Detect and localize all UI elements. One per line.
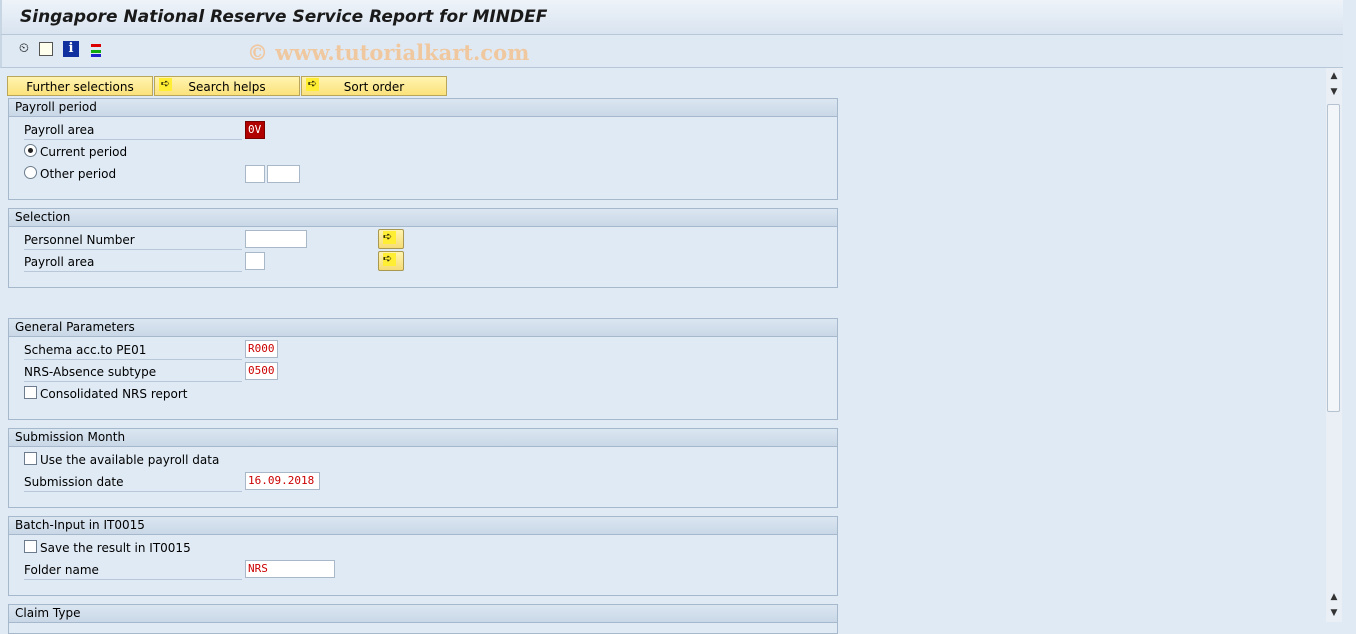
- arrow-right-icon: ➪: [159, 77, 172, 91]
- checkbox[interactable]: [24, 452, 37, 465]
- get-variant-icon[interactable]: [39, 42, 53, 56]
- group-payroll-period: Payroll period: [8, 98, 838, 200]
- checkbox[interactable]: [24, 386, 37, 399]
- group-header: Claim Type: [9, 605, 837, 623]
- consolidated-checkbox[interactable]: Consolidated NRS report: [24, 385, 187, 403]
- tab-further-selections[interactable]: Further selections: [7, 76, 153, 96]
- current-period-radio[interactable]: Current period: [24, 143, 127, 161]
- folder-name-label: Folder name: [24, 561, 242, 580]
- application-toolbar: [0, 35, 1343, 68]
- personnel-number-label: Personnel Number: [24, 231, 242, 250]
- save-result-checkbox[interactable]: Save the result in IT0015: [24, 539, 191, 557]
- execute-icon[interactable]: ⏲: [16, 41, 32, 57]
- tab-label: Search helps: [188, 80, 266, 94]
- watermark: © www.tutorialkart.com: [247, 40, 530, 65]
- radio-label: Other period: [40, 167, 117, 181]
- scrollbar-thumb[interactable]: [1327, 104, 1340, 412]
- submission-date-input[interactable]: 16.09.2018: [245, 472, 320, 490]
- tab-label: Further selections: [26, 80, 134, 94]
- schema-input[interactable]: R000: [245, 340, 278, 358]
- schema-label: Schema acc.to PE01: [24, 341, 242, 360]
- payroll-area-label: Payroll area: [24, 253, 242, 272]
- other-period-radio[interactable]: Other period: [24, 165, 116, 183]
- scroll-down-icon[interactable]: ▼: [1326, 606, 1342, 620]
- folder-name-input[interactable]: NRS: [245, 560, 335, 578]
- other-period-year-input[interactable]: [267, 165, 300, 183]
- payroll-area-selection-input[interactable]: [245, 252, 265, 270]
- personnel-number-input[interactable]: [245, 230, 307, 248]
- scroll-down-icon[interactable]: ▼: [1326, 85, 1342, 99]
- arrow-right-icon: ➪: [383, 231, 396, 244]
- absence-subtype-label: NRS-Absence subtype: [24, 363, 242, 382]
- tab-sort-order[interactable]: ➪ Sort order: [301, 76, 447, 96]
- arrow-right-icon: ➪: [306, 77, 319, 91]
- scroll-up-icon[interactable]: ▲: [1326, 69, 1342, 83]
- group-header: Submission Month: [9, 429, 837, 447]
- multiple-selection-button[interactable]: ➪: [378, 229, 404, 249]
- group-header: Payroll period: [9, 99, 837, 117]
- page-title: Singapore National Reserve Service Repor…: [20, 7, 548, 27]
- radio-label: Current period: [40, 145, 128, 159]
- checkbox-label: Consolidated NRS report: [40, 387, 188, 401]
- multiple-selection-button[interactable]: ➪: [378, 251, 404, 271]
- group-header: General Parameters: [9, 319, 837, 337]
- payroll-area-input[interactable]: 0V: [245, 121, 265, 139]
- use-payroll-checkbox[interactable]: Use the available payroll data: [24, 451, 219, 469]
- radio-selected[interactable]: [24, 144, 37, 157]
- group-claim-type: Claim Type: [8, 604, 838, 634]
- arrow-right-icon: ➪: [383, 253, 396, 266]
- checkbox-label: Save the result in IT0015: [40, 541, 191, 555]
- selection-options-icon[interactable]: [88, 41, 104, 57]
- group-header: Selection: [9, 209, 837, 227]
- info-icon[interactable]: i: [63, 41, 79, 57]
- tab-label: Sort order: [343, 80, 405, 94]
- group-header: Batch-Input in IT0015: [9, 517, 837, 535]
- tab-search-helps[interactable]: ➪ Search helps: [154, 76, 300, 96]
- scroll-up-icon[interactable]: ▲: [1326, 590, 1342, 604]
- checkbox-label: Use the available payroll data: [40, 453, 220, 467]
- absence-subtype-input[interactable]: 0500: [245, 362, 278, 380]
- checkbox[interactable]: [24, 540, 37, 553]
- submission-date-label: Submission date: [24, 473, 242, 492]
- radio-unselected[interactable]: [24, 166, 37, 179]
- payroll-area-label: Payroll area: [24, 121, 242, 140]
- other-period-month-input[interactable]: [245, 165, 265, 183]
